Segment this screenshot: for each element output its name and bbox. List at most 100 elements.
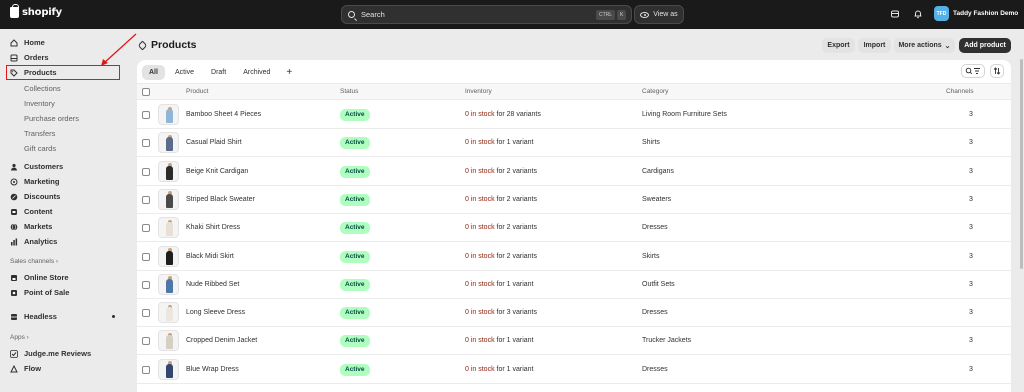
sort-button[interactable] <box>990 64 1004 78</box>
product-name[interactable]: Bamboo Sheet 4 Pieces <box>186 111 261 118</box>
thumbnail-figure <box>166 109 173 123</box>
store-switch-icon[interactable] <box>890 9 900 19</box>
import-button[interactable]: Import <box>858 38 891 53</box>
row-checkbox[interactable] <box>142 252 150 261</box>
channels-cell: 3 <box>969 365 973 373</box>
product-name[interactable]: Khaki Shirt Dress <box>186 224 240 231</box>
product-thumbnail[interactable] <box>158 132 179 154</box>
column-category[interactable]: Category <box>642 88 668 95</box>
sidebar-item-marketing[interactable]: Marketing <box>10 175 59 188</box>
product-name[interactable]: Beige Knit Cardigan <box>186 168 248 175</box>
select-all-checkbox[interactable] <box>142 88 150 96</box>
shopify-logo[interactable]: shopify <box>10 4 62 18</box>
sidebar: Home Orders Products Collections Invento… <box>0 29 128 392</box>
add-view-button[interactable]: + <box>280 65 298 80</box>
product-name[interactable]: Nude Ribbed Set <box>186 281 239 288</box>
inventory-variants: for 1 variant <box>494 337 534 345</box>
store-menu[interactable]: TFD Taddy Fashion Demo <box>934 6 1018 21</box>
inventory-cell: 0 in stock for 1 variant <box>465 366 534 373</box>
sidebar-item-content[interactable]: Content <box>10 205 52 218</box>
channels-cell: 3 <box>969 224 973 232</box>
search-input[interactable]: Search CTRL K <box>341 5 632 24</box>
inventory-variants: for 1 variant <box>494 365 534 373</box>
product-thumbnail[interactable] <box>158 217 179 239</box>
column-product[interactable]: Product <box>186 88 208 95</box>
sidebar-item-inventory[interactable]: Inventory <box>24 99 55 108</box>
product-name[interactable]: Black Midi Skirt <box>186 253 234 260</box>
export-button[interactable]: Export <box>822 38 855 53</box>
tab-archived[interactable]: Archived <box>236 65 277 80</box>
table-row[interactable]: Nude Ribbed Set Active 0 in stock for 1 … <box>137 271 1011 299</box>
sidebar-item-transfers[interactable]: Transfers <box>24 129 55 138</box>
table-row[interactable]: Black Midi Skirt Active 0 in stock for 2… <box>137 243 1011 271</box>
row-checkbox[interactable] <box>142 309 150 318</box>
sidebar-item-collections[interactable]: Collections <box>24 84 61 93</box>
target-icon <box>10 178 18 186</box>
tab-active[interactable]: Active <box>168 65 201 80</box>
column-status[interactable]: Status <box>340 88 358 95</box>
more-actions-button[interactable]: More actions ⌄ <box>894 38 955 53</box>
view-as-button[interactable]: View as <box>634 5 684 24</box>
top-bar: shopify Search CTRL K View as TFD Taddy … <box>0 0 1024 29</box>
table-row[interactable]: Casual Plaid Shirt Active 0 in stock for… <box>137 129 1011 158</box>
sidebar-item-point-of-sale[interactable]: Point of Sale <box>10 286 69 299</box>
tab-draft[interactable]: Draft <box>204 65 233 80</box>
table-row[interactable]: Beige Knit Cardigan Active 0 in stock fo… <box>137 158 1011 186</box>
thumbnail-figure <box>166 363 173 378</box>
product-name[interactable]: Blue Wrap Dress <box>186 366 239 373</box>
table-row[interactable]: Striped Black Sweater Active 0 in stock … <box>137 186 1011 214</box>
row-checkbox[interactable] <box>142 139 150 148</box>
sidebar-item-judgeme[interactable]: Judge.me Reviews <box>10 347 91 360</box>
search-filter-button[interactable] <box>961 64 985 78</box>
table-row[interactable]: Bamboo Sheet 4 Pieces Active 0 in stock … <box>137 101 1011 129</box>
product-thumbnail[interactable] <box>158 160 179 182</box>
column-inventory[interactable]: Inventory <box>465 88 492 95</box>
search-filter-icon <box>965 67 980 75</box>
inventory-stock: 0 in stock <box>465 365 495 373</box>
product-thumbnail[interactable] <box>158 273 179 295</box>
product-name[interactable]: Long Sleeve Dress <box>186 309 245 316</box>
scrollbar[interactable] <box>1020 59 1023 269</box>
apps-header[interactable]: Apps › <box>10 334 29 341</box>
table-row[interactable]: Cropped Denim Jacket Active 0 in stock f… <box>137 327 1011 356</box>
row-checkbox[interactable] <box>142 111 150 119</box>
sales-channels-header[interactable]: Sales channels › <box>10 258 58 265</box>
product-name[interactable]: Cropped Denim Jacket <box>186 337 257 344</box>
row-checkbox[interactable] <box>142 280 150 289</box>
bell-icon[interactable] <box>913 9 923 19</box>
sidebar-item-online-store[interactable]: Online Store <box>10 271 69 284</box>
table-row[interactable]: Blue Wrap Dress Active 0 in stock for 1 … <box>137 356 1011 384</box>
row-checkbox[interactable] <box>142 337 150 346</box>
inventory-variants: for 2 variants <box>494 224 537 232</box>
product-thumbnail[interactable] <box>158 330 179 352</box>
product-name[interactable]: Striped Black Sweater <box>186 196 255 203</box>
product-thumbnail[interactable] <box>158 188 179 210</box>
column-channels[interactable]: Channels <box>946 88 973 95</box>
row-checkbox[interactable] <box>142 224 150 233</box>
sidebar-item-analytics[interactable]: Analytics <box>10 235 57 248</box>
sidebar-item-purchase-orders[interactable]: Purchase orders <box>24 114 79 123</box>
tab-all[interactable]: All <box>142 64 165 80</box>
row-checkbox[interactable] <box>142 167 150 176</box>
sidebar-item-orders[interactable]: Orders <box>10 51 49 64</box>
table-row[interactable]: Long Sleeve Dress Active 0 in stock for … <box>137 299 1011 328</box>
sidebar-item-customers[interactable]: Customers <box>10 160 63 173</box>
product-thumbnail[interactable] <box>158 245 179 267</box>
add-product-button[interactable]: Add product <box>959 38 1011 53</box>
sidebar-item-discounts[interactable]: Discounts <box>10 190 60 203</box>
product-name[interactable]: Casual Plaid Shirt <box>186 139 242 146</box>
sidebar-item-markets[interactable]: Markets <box>10 220 52 233</box>
sidebar-item-flow[interactable]: Flow <box>10 362 41 375</box>
product-thumbnail[interactable] <box>158 302 179 324</box>
table-row[interactable]: Khaki Shirt Dress Active 0 in stock for … <box>137 214 1011 243</box>
row-checkbox[interactable] <box>142 195 150 204</box>
inbox-icon <box>10 54 18 62</box>
sidebar-item-home[interactable]: Home <box>10 36 45 49</box>
sidebar-item-headless[interactable]: Headless <box>10 310 57 323</box>
category-cell: Outfit Sets <box>642 280 675 288</box>
product-thumbnail[interactable] <box>158 358 179 380</box>
product-thumbnail[interactable] <box>158 104 179 125</box>
row-checkbox[interactable] <box>142 365 150 374</box>
inventory-stock: 0 in stock <box>465 309 495 317</box>
sidebar-item-gift-cards[interactable]: Gift cards <box>24 144 56 153</box>
